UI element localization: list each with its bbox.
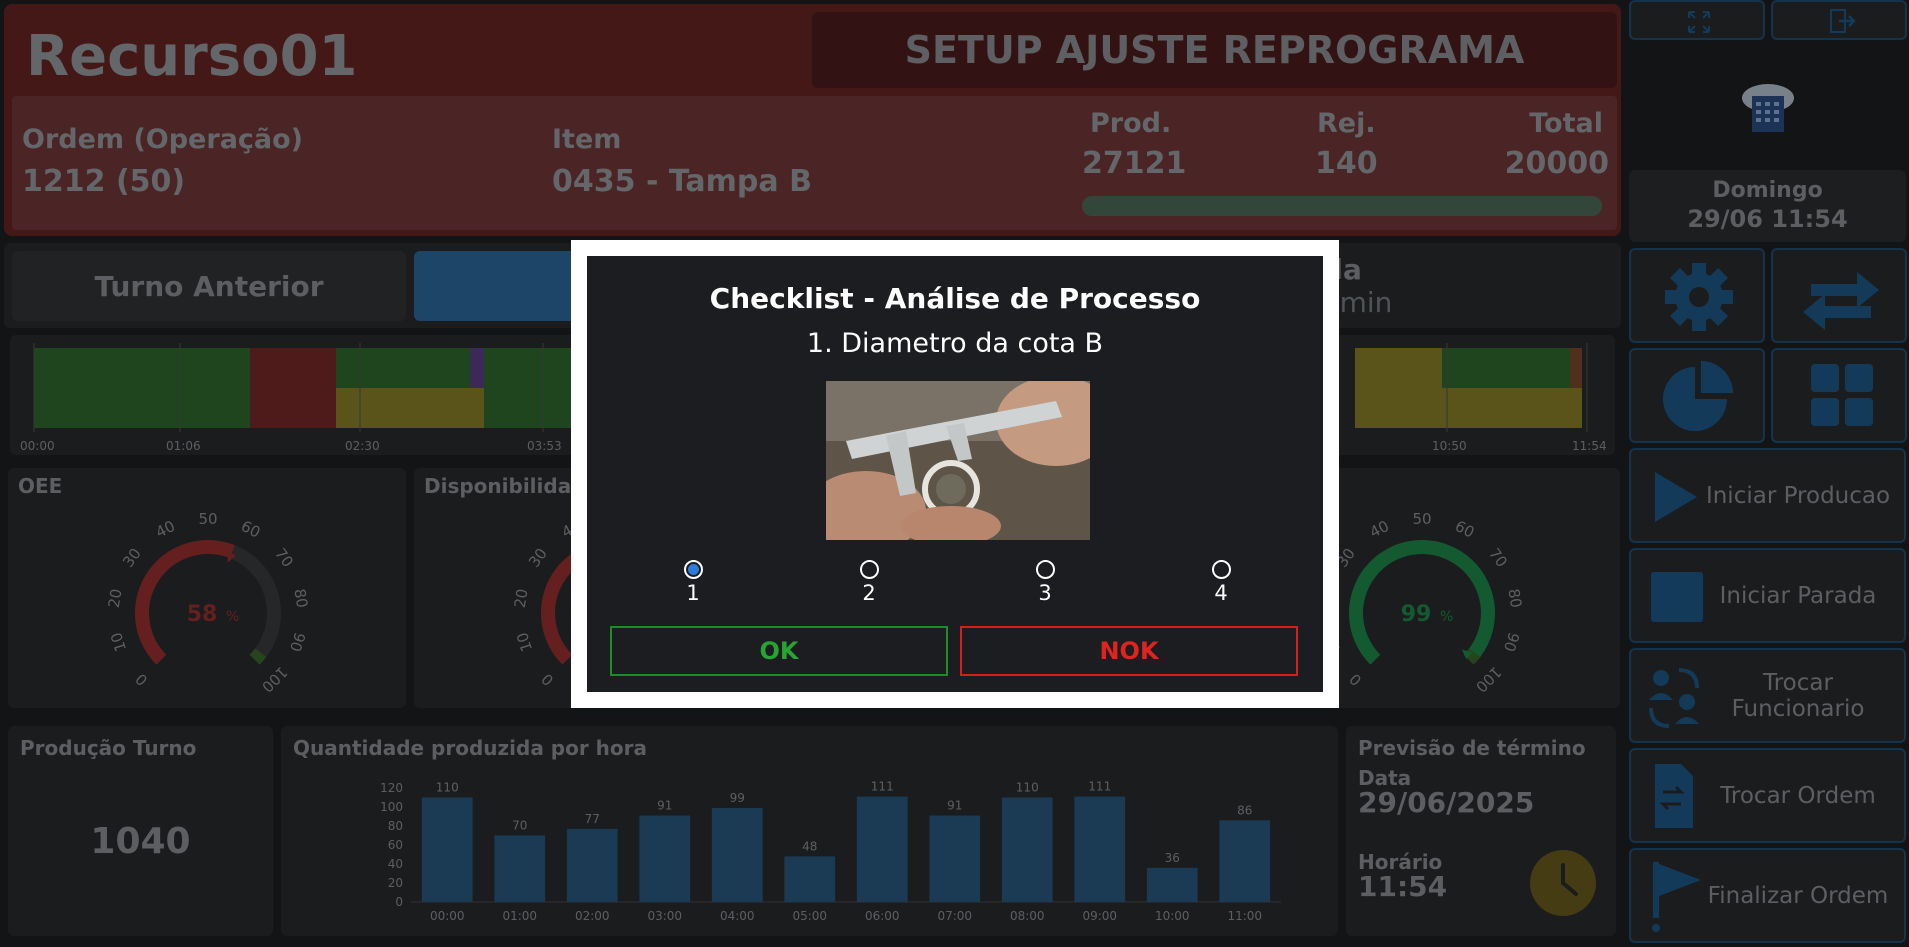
nok-button[interactable]: NOK xyxy=(960,626,1298,676)
radio-indicator[interactable] xyxy=(1035,560,1055,579)
option-label: 2 xyxy=(862,581,876,605)
option-label: 4 xyxy=(1214,581,1228,605)
caliper-measurement-photo xyxy=(826,381,1090,540)
option-radio-2[interactable]: 2 xyxy=(849,560,889,605)
option-label: 1 xyxy=(686,581,700,605)
checklist-modal-body: Checklist - Análise de Processo 1. Diame… xyxy=(587,256,1323,692)
radio-indicator[interactable] xyxy=(859,560,879,579)
ok-button[interactable]: OK xyxy=(610,626,948,676)
option-radio-4[interactable]: 4 xyxy=(1201,560,1241,605)
radio-indicator[interactable] xyxy=(1211,560,1231,579)
checklist-question: 1. Diametro da cota B xyxy=(806,328,1104,359)
checklist-modal: Checklist - Análise de Processo 1. Diame… xyxy=(571,240,1339,708)
option-radio-3[interactable]: 3 xyxy=(1025,560,1065,605)
modal-title: Checklist - Análise de Processo xyxy=(709,282,1201,315)
app-root: Recurso01 SETUP AJUSTE REPROGRAMA Ordem … xyxy=(0,0,1909,947)
option-label: 3 xyxy=(1038,581,1052,605)
option-radio-1[interactable]: 1 xyxy=(673,560,713,605)
radio-indicator[interactable] xyxy=(683,560,703,579)
